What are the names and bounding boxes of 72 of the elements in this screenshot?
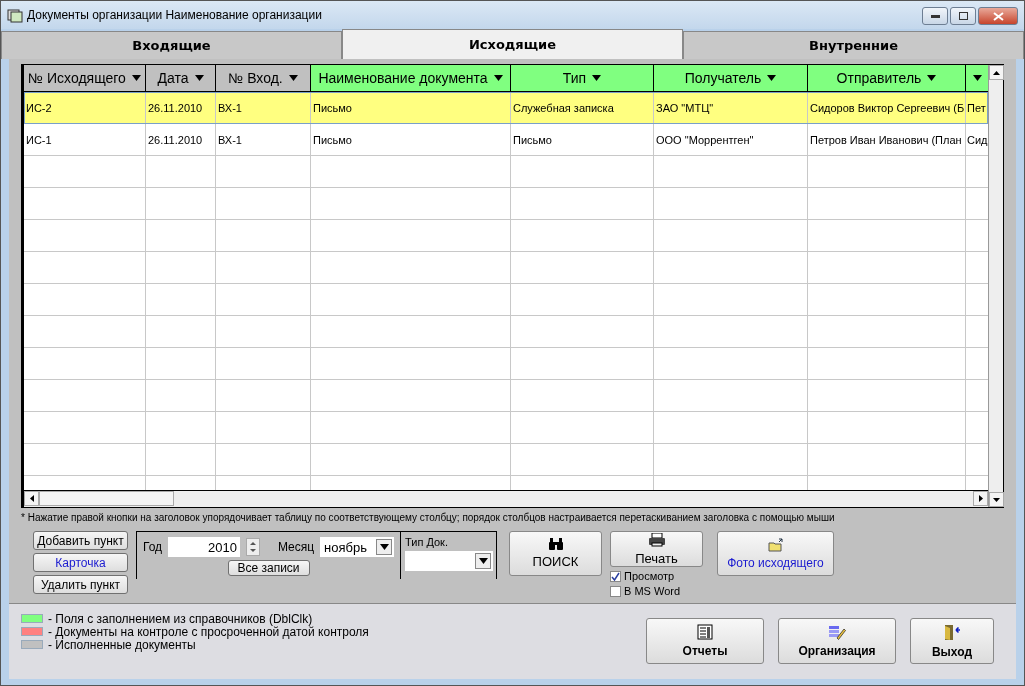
reports-button[interactable]: Отчеты <box>646 618 764 664</box>
legend-text: - Поля с заполнением из справочников (DblClk) <box>48 611 313 626</box>
edit-list-icon <box>828 624 846 640</box>
checkbox-label: В MS Word <box>624 585 681 597</box>
caret-icon <box>767 75 777 81</box>
app-icon <box>7 7 23 23</box>
organization-button[interactable]: Организация <box>778 618 896 664</box>
year-field[interactable]: 2010 <box>168 537 240 557</box>
column-header[interactable]: Отправитель <box>808 65 966 91</box>
scroll-left-button[interactable] <box>24 491 39 506</box>
door-icon <box>943 623 961 641</box>
tab[interactable]: Входящие <box>1 31 342 59</box>
column-header[interactable]: Дата <box>146 65 216 91</box>
maximize-button[interactable] <box>950 7 976 25</box>
caret-icon <box>379 544 389 550</box>
minimize-icon <box>930 14 940 18</box>
month-dropdown[interactable]: ноябрь <box>320 537 394 557</box>
month-label: Месяц <box>277 540 315 554</box>
column-header[interactable] <box>966 65 988 91</box>
search-button[interactable]: ПОИСК <box>509 531 602 576</box>
year-label: Год <box>143 540 163 554</box>
close-icon <box>992 11 1004 21</box>
caret-icon <box>288 75 298 81</box>
printer-icon <box>647 532 666 547</box>
scroll-up-button[interactable] <box>989 65 1004 80</box>
caret-icon <box>478 558 488 564</box>
hint-text: * Нажатие правой кнопки на заголовок упорядочивает таблицу по соответствующему столбцу; порядок столбцов настраивается перетаскиванием заголовка с помощью мыши <box>21 512 836 523</box>
doc-type-label: Тип Док. <box>405 536 449 548</box>
spin-buttons[interactable] <box>245 538 260 556</box>
close-button[interactable] <box>978 7 1018 25</box>
all-records-button[interactable]: Все записи <box>227 560 310 576</box>
scroll-thumb[interactable] <box>39 491 174 506</box>
scroll-right-button[interactable] <box>973 491 988 506</box>
doc-type-dropdown[interactable] <box>405 551 493 571</box>
caret-icon <box>493 75 503 81</box>
column-header[interactable]: Наименование документа <box>311 65 511 91</box>
checkbox[interactable] <box>610 570 621 582</box>
tab[interactable]: Внутренние <box>683 31 1024 59</box>
column-header[interactable]: № Исходящего <box>24 65 146 91</box>
item-button[interactable]: Добавить пункт <box>33 531 128 550</box>
column-header[interactable]: Тип <box>511 65 654 91</box>
report-icon <box>697 624 713 640</box>
left-arrow-icon <box>29 495 34 502</box>
legend-text: - Документы на контроле с просроченной датой контроля <box>48 624 369 639</box>
caret-icon <box>131 75 141 81</box>
down-arrow-icon <box>993 497 1000 502</box>
maximize-icon <box>958 12 968 20</box>
up-arrow-icon <box>993 70 1000 75</box>
window-title: Документы организации Наименование организации <box>27 8 322 22</box>
scroll-down-button[interactable] <box>989 492 1004 507</box>
caret-icon <box>194 75 204 81</box>
exit-button[interactable]: Выход <box>910 618 994 664</box>
horizontal-scrollbar[interactable] <box>24 490 988 507</box>
caret-icon <box>592 75 602 81</box>
checkbox-label: Просмотр <box>624 570 675 582</box>
binoculars-icon <box>547 538 564 550</box>
right-arrow-icon <box>978 495 983 502</box>
caret-icon <box>927 75 937 81</box>
column-header[interactable]: Получатель <box>654 65 808 91</box>
card-button[interactable]: Карточка <box>33 553 128 572</box>
table-row[interactable]: ИС-1 26.11.2010 ВХ-1 Письмо Письмо ООО "Моррентген" Петров Иван Иванович (План Сид <box>24 124 988 156</box>
column-header[interactable]: № Вход. <box>216 65 311 91</box>
folder-icon <box>767 537 784 552</box>
caret-icon <box>972 75 982 81</box>
vertical-scrollbar[interactable] <box>988 65 1003 507</box>
minimize-button[interactable] <box>922 7 948 25</box>
print-button[interactable]: Печать <box>610 531 703 567</box>
tab[interactable]: Исходящие <box>342 29 683 59</box>
table-row[interactable]: ИС-2 26.11.2010 ВХ-1 Письмо Служебная записка ЗАО "МТЦ" Сидоров Виктор Сергеевич (Б Пет <box>24 92 988 124</box>
photo-button[interactable]: Фото исходящего <box>717 531 834 576</box>
item-button[interactable]: Удалить пункт <box>33 575 128 594</box>
checkbox[interactable] <box>610 585 621 597</box>
